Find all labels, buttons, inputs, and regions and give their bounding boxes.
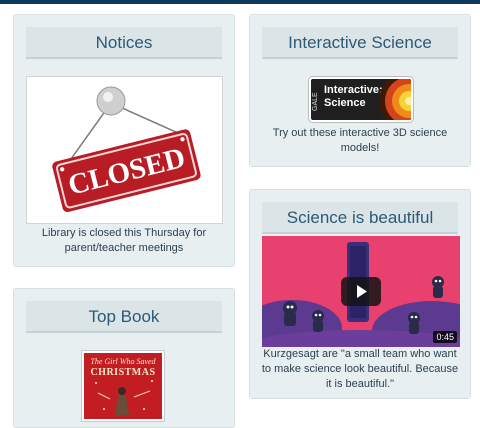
notices-caption: Library is closed this Thursday for pare… — [41, 227, 207, 254]
closed-sign-image[interactable]: CLOSED — [26, 76, 223, 224]
interactive-science-card: Interactive Science GALE Interactive: Sc… — [249, 14, 471, 167]
gale-brand: GALE — [312, 92, 319, 112]
top-bar — [0, 0, 480, 4]
video-player[interactable]: 0:45 — [262, 236, 460, 347]
science-beautiful-title: Science is beautiful — [262, 202, 458, 234]
closed-sign-illustration: CLOSED — [52, 86, 201, 213]
science-beautiful-caption: Kurzgesagt are "a small team who want to… — [261, 348, 459, 390]
video-duration: 0:45 — [433, 331, 457, 343]
book-cover[interactable]: The Girl Who Saved CHRISTMAS — [82, 351, 164, 421]
thumb-title-line1: Interactive: — [324, 84, 383, 96]
play-icon — [357, 285, 367, 298]
interactive-science-thumbnail[interactable]: GALE Interactive: Science — [309, 77, 413, 122]
interactive-science-caption: Try out these interactive 3D science mod… — [272, 127, 448, 154]
notices-card: Notices CLOSED Library is closed this Th… — [13, 14, 235, 267]
top-book-card: Top Book The Girl Who Saved CHRISTMAS — [13, 288, 235, 428]
notices-title: Notices — [26, 27, 222, 59]
interactive-science-title: Interactive Science — [262, 27, 458, 59]
book-cover-illustration — [95, 380, 153, 415]
science-beautiful-card: Science is beautiful 0:45 Kurzgesagt are… — [249, 189, 471, 399]
thumb-title-line2: Science — [324, 97, 366, 109]
earth-layers-icon — [379, 79, 411, 120]
play-button[interactable] — [341, 277, 381, 306]
top-book-title: Top Book — [26, 301, 222, 333]
